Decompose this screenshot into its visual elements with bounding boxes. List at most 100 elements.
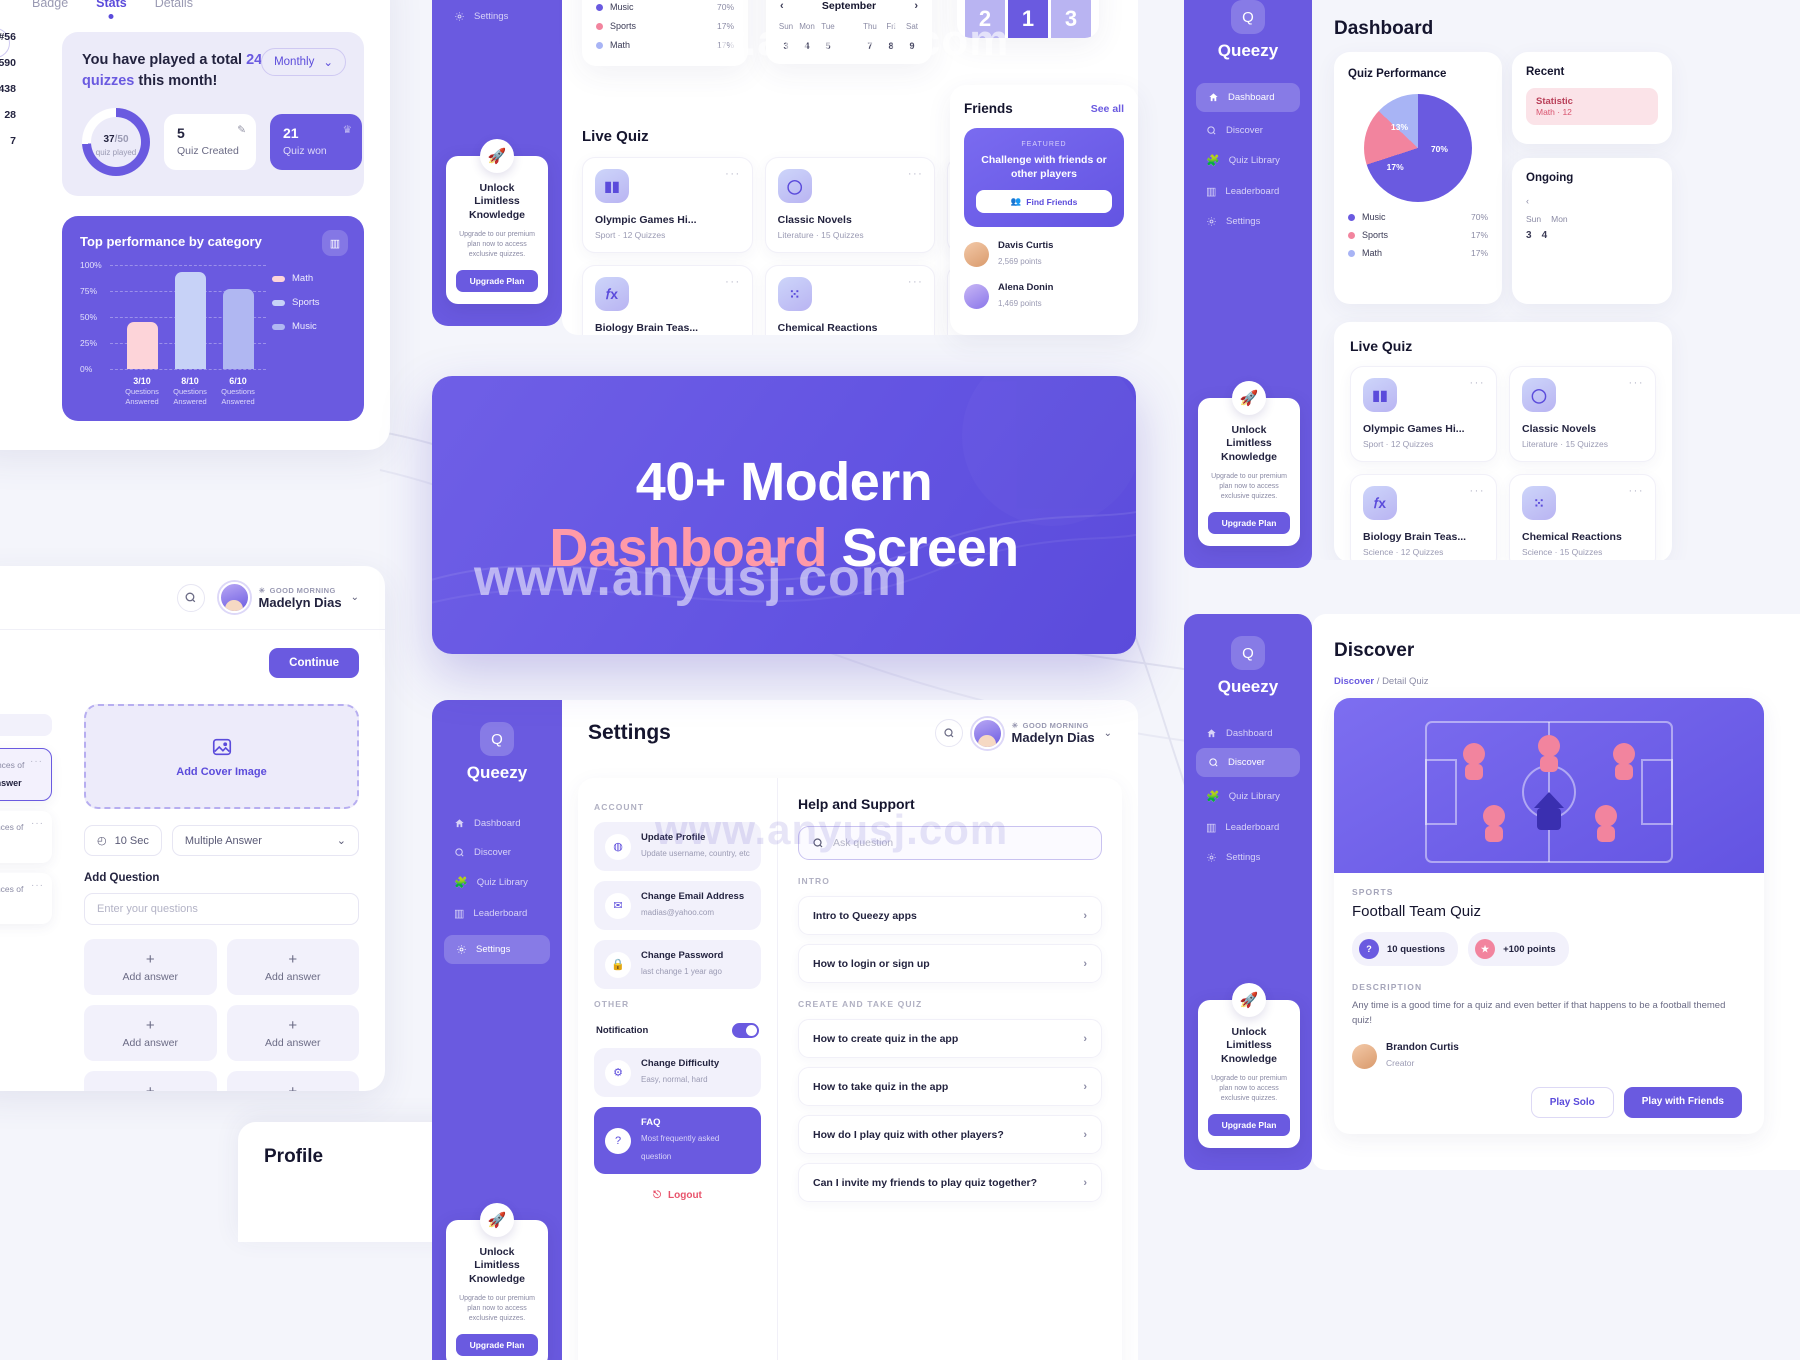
upgrade-plan-button[interactable]: Upgrade Plan (456, 1334, 538, 1356)
sidebar-item-discover-active[interactable]: Discover (1196, 748, 1300, 777)
more-icon[interactable]: ··· (1629, 485, 1645, 497)
add-answer-button[interactable]: +Add answer (84, 939, 217, 995)
chart-options-button[interactable]: ▥ (322, 230, 348, 257)
continue-button[interactable]: Continue (269, 648, 359, 678)
upgrade-plan-button[interactable]: Upgrade Plan (1208, 1114, 1290, 1136)
sidebar-item-leaderboard[interactable]: ▥ Leaderboard (1184, 176, 1312, 207)
calendar-day-active[interactable]: 6 (840, 41, 858, 51)
recent-badge[interactable]: Statistic Math · 12 (1526, 88, 1658, 125)
sidebar-item-dashboard-active[interactable]: Dashboard (1196, 83, 1300, 112)
calendar-day[interactable]: 3 (777, 41, 795, 51)
logout-button[interactable]: ⎋ Logout (594, 1190, 761, 1201)
timer-control[interactable]: ◴ 10 Sec (84, 825, 162, 856)
upgrade-plan-button[interactable]: Upgrade Plan (1208, 512, 1290, 534)
setting-change-difficulty[interactable]: ⚙ Change Difficulty Easy, normal, hard (594, 1048, 761, 1097)
friend-row[interactable]: Davis Curtis 2,569 points (964, 240, 1124, 269)
calendar-day[interactable]: 7 (861, 41, 879, 51)
setting-update-profile[interactable]: ◍ Update Profile Update username, countr… (594, 822, 761, 871)
play-with-friends-button[interactable]: Play with Friends (1623, 1087, 1742, 1119)
add-cover-image-dropzone[interactable]: Add Cover Image (84, 704, 359, 809)
sidebar-item-leaderboard[interactable]: ▥ Leaderboard (1184, 812, 1312, 843)
more-icon[interactable]: ··· (1470, 377, 1486, 389)
sidebar-item-discover[interactable]: Discover (1184, 116, 1312, 145)
tab-stats[interactable]: Stats (96, 0, 127, 10)
search-button[interactable] (934, 719, 963, 747)
quiz-card[interactable]: ··· ⁙ Chemical Reactions Science · 15 Qu… (764, 265, 936, 335)
more-icon[interactable]: ··· (1629, 377, 1645, 389)
add-answer-button[interactable]: +Add answer (226, 939, 359, 995)
calendar-day[interactable]: 8 (882, 41, 900, 51)
question-card-selected[interactable]: ··· e consequences of Multiple Answer (0, 748, 52, 802)
faq-row[interactable]: Can I invite my friends to play quiz tog… (798, 1163, 1102, 1202)
quiz-card[interactable]: ··· ◯ Classic Novels Literature · 15 Qui… (1509, 366, 1656, 462)
play-solo-button[interactable]: Play Solo (1530, 1087, 1614, 1119)
notification-toggle[interactable] (732, 1023, 759, 1038)
sidebar-item-discover[interactable]: Discover (432, 838, 562, 867)
quiz-card[interactable]: ··· ▮▮ Olympic Games Hi... Sport · 12 Qu… (582, 157, 753, 253)
chevron-left-icon[interactable]: ‹ (1526, 196, 1529, 206)
next-month-button[interactable]: › (914, 0, 918, 12)
add-answer-button[interactable]: +Add answer (84, 1071, 217, 1091)
tab-badge[interactable]: Badge (32, 0, 68, 10)
sidebar-item-dashboard[interactable]: Dashboard (1184, 719, 1312, 748)
more-icon[interactable]: ··· (908, 168, 924, 180)
search-button[interactable] (176, 583, 205, 612)
sidebar-item-quiz-library[interactable]: 🧩 Quiz Library (1184, 781, 1312, 812)
user-chip[interactable]: ☀ GOOD MORNING Madelyn Dias ⌄ (934, 717, 1112, 749)
tab-details[interactable]: Details (155, 0, 193, 10)
setting-change-email[interactable]: ✉ Change Email Address madias@yahoo.com (594, 881, 761, 930)
setting-change-password[interactable]: 🔒 Change Password last change 1 year ago (594, 940, 761, 989)
sidebar-item-settings[interactable]: Settings (1184, 207, 1312, 236)
more-icon[interactable]: ··· (31, 879, 44, 894)
chevron-down-icon[interactable]: ⌄ (351, 592, 359, 603)
ask-question-input[interactable]: Ask question (798, 826, 1102, 860)
more-icon[interactable]: ··· (725, 276, 741, 288)
add-answer-button[interactable]: +Add answer (226, 1005, 359, 1061)
breadcrumb-root[interactable]: Discover (1334, 676, 1374, 687)
user-chip[interactable]: ☀ GOOD MORNING Madelyn Dias ⌄ (218, 582, 359, 613)
faq-row[interactable]: How do I play quiz with other players? › (798, 1115, 1102, 1154)
sidebar-item-leaderboard[interactable]: ▥ Leaderboard (432, 898, 562, 929)
setting-faq[interactable]: ? FAQ Most frequently asked question (594, 1107, 761, 1174)
faq-row[interactable]: How to take quiz in the app › (798, 1067, 1102, 1106)
quiz-card[interactable]: ··· ▮▮ Olympic Games Hi... Sport · 12 Qu… (1350, 366, 1497, 462)
quiz-card[interactable]: ··· ◯ Classic Novels Literature · 15 Qui… (764, 157, 936, 253)
faq-row[interactable]: Intro to Queezy apps › (798, 896, 1102, 935)
sidebar-item-quiz-library[interactable]: 🧩 Quiz Library (432, 867, 562, 898)
see-all-link[interactable]: See all (1091, 103, 1124, 115)
calendar-day[interactable]: 5 (819, 41, 837, 51)
question-card[interactable]: ··· e consequences of Poll (0, 872, 52, 925)
more-icon[interactable]: ··· (31, 817, 44, 832)
sidebar-item-settings[interactable]: Settings (1184, 843, 1312, 872)
quiz-card[interactable]: ··· 𝑓x Biology Brain Teas... Science · 1… (582, 265, 753, 335)
sidebar-item-dashboard[interactable]: Dashboard (432, 809, 562, 838)
more-icon[interactable]: ··· (30, 755, 43, 770)
sidebar-item-quiz-library[interactable]: 🧩 Quiz Library (1184, 145, 1312, 176)
chevron-down-icon[interactable]: ⌄ (1104, 728, 1112, 739)
calendar-day[interactable]: 4 (798, 41, 816, 51)
quiz-card[interactable]: ··· 𝑓x Biology Brain Teas... Science · 1… (1350, 474, 1497, 560)
faq-row[interactable]: How to create quiz in the app › (798, 1019, 1102, 1058)
answer-type-select[interactable]: Multiple Answer ⌄ (171, 825, 359, 856)
period-dropdown[interactable]: Monthly ⌄ (261, 48, 346, 76)
upgrade-plan-button[interactable]: Upgrade Plan (456, 270, 538, 292)
quiz-created-stat[interactable]: ✎ 5 Quiz Created (164, 114, 256, 171)
prev-month-button[interactable]: ‹ (780, 0, 784, 12)
add-answer-button[interactable]: +Add answer (84, 1005, 217, 1061)
add-answer-button[interactable]: +Add answer (226, 1071, 359, 1091)
find-friends-button[interactable]: 👥 Find Friends (976, 190, 1112, 214)
sidebar-item-settings[interactable]: Settings (432, 2, 562, 31)
more-icon[interactable]: ··· (1470, 485, 1486, 497)
pencil-icon[interactable]: ✎ (237, 124, 246, 136)
ongoing-num[interactable]: 3 (1526, 230, 1532, 241)
calendar-day[interactable]: 9 (903, 41, 921, 51)
question-card[interactable]: ··· e consequences of Puzzle (0, 811, 52, 863)
sidebar-item-settings-active[interactable]: Settings (444, 935, 550, 964)
ongoing-num[interactable]: 4 (1542, 230, 1548, 241)
friend-row[interactable]: Alena Donin 1,469 points (964, 282, 1124, 311)
more-icon[interactable]: ··· (908, 276, 924, 288)
quiz-card[interactable]: ··· ⁙ Chemical Reactions Science · 15 Qu… (1509, 474, 1656, 560)
quiz-won-stat[interactable]: ♛ 21 Quiz won (270, 114, 362, 171)
faq-row[interactable]: How to login or sign up › (798, 944, 1102, 983)
more-icon[interactable]: ··· (725, 168, 741, 180)
